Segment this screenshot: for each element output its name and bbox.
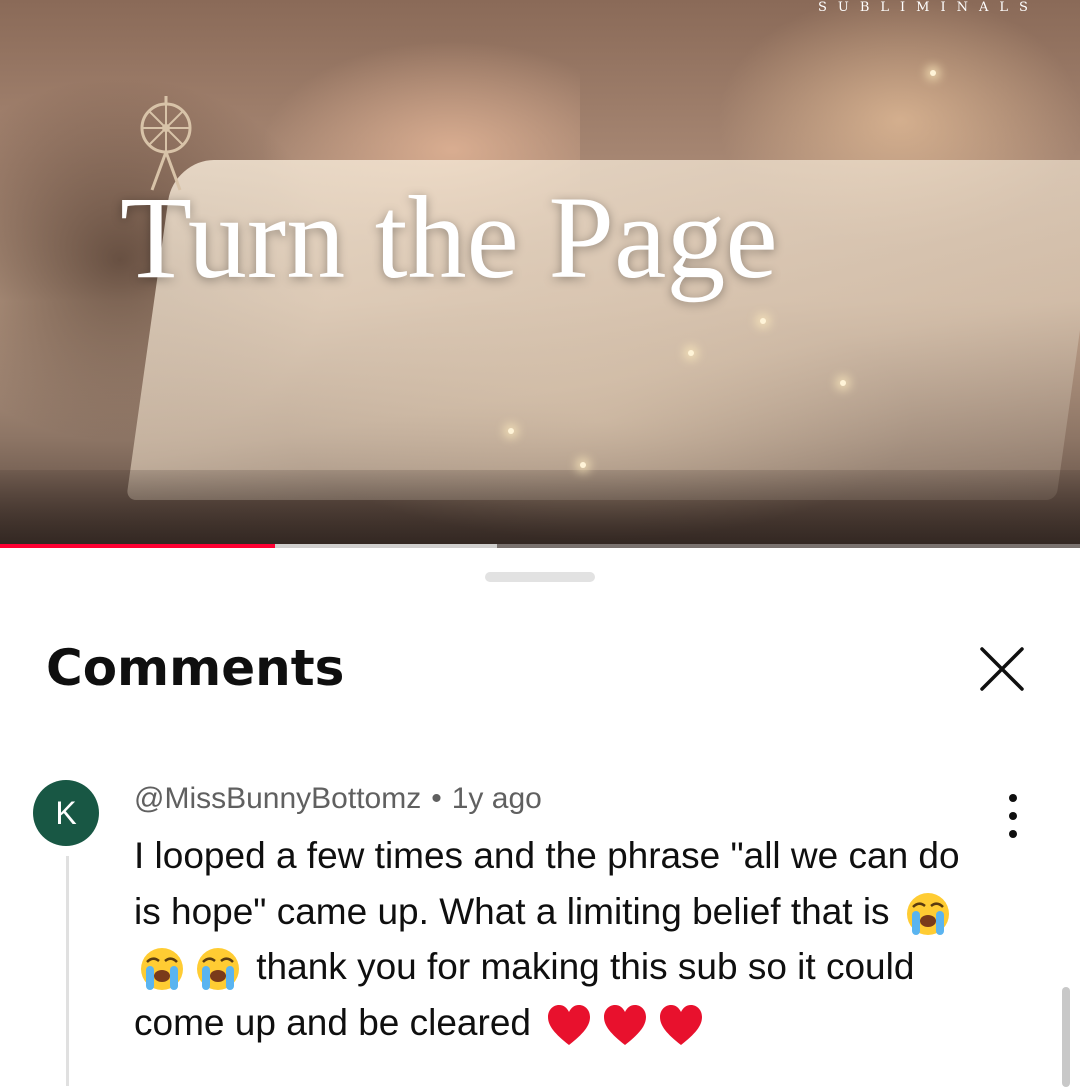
scrollbar[interactable] — [1062, 987, 1070, 1087]
sparkle — [580, 462, 586, 468]
red-heart-emoji — [604, 1004, 647, 1045]
sparkle — [508, 428, 514, 434]
video-player[interactable]: SUBLIMINALS Turn the Page — [0, 0, 1080, 548]
sparkle — [930, 70, 936, 76]
comment-text-part2: thank you for making this sub so it coul… — [134, 946, 915, 1043]
meta-separator: • — [431, 782, 442, 815]
red-heart-emoji — [660, 1004, 703, 1045]
comment-time: 1y ago — [451, 782, 542, 815]
comments-sheet: Comments K @MissBunnyBottomz • 1y ago I lo… — [0, 549, 1080, 1087]
loudly-crying-face-emoji — [197, 948, 239, 991]
sparkle — [760, 318, 766, 324]
comment-text-part1: I looped a few times and the phrase "all… — [134, 835, 960, 932]
channel-brand-text: SUBLIMINALS — [818, 0, 1039, 15]
video-progress-played — [0, 544, 276, 548]
avatar-letter: K — [55, 794, 77, 831]
video-thumbnail-shadow — [0, 470, 1080, 548]
red-heart-emoji — [548, 1004, 591, 1045]
comment-text: I looped a few times and the phrase "all… — [134, 828, 994, 1050]
reply-thread-line — [66, 856, 69, 1086]
comments-title: Comments — [46, 639, 345, 697]
video-thumbnail-title: Turn the Page — [120, 172, 778, 303]
loudly-crying-face-emoji — [906, 892, 949, 935]
sparkle — [688, 350, 694, 356]
video-progress-bar[interactable] — [0, 544, 1080, 548]
avatar[interactable]: K — [33, 780, 99, 846]
more-options-icon[interactable] — [998, 794, 1028, 838]
comment-meta: @MissBunnyBottomz • 1y ago — [134, 782, 542, 816]
sparkle — [840, 380, 846, 386]
loudly-crying-face-emoji — [141, 948, 183, 991]
comment-author[interactable]: @MissBunnyBottomz — [134, 782, 421, 815]
close-icon[interactable] — [976, 643, 1028, 695]
sheet-drag-handle[interactable] — [485, 572, 595, 582]
comment-item: K @MissBunnyBottomz • 1y ago I looped a fe… — [0, 774, 1080, 1086]
